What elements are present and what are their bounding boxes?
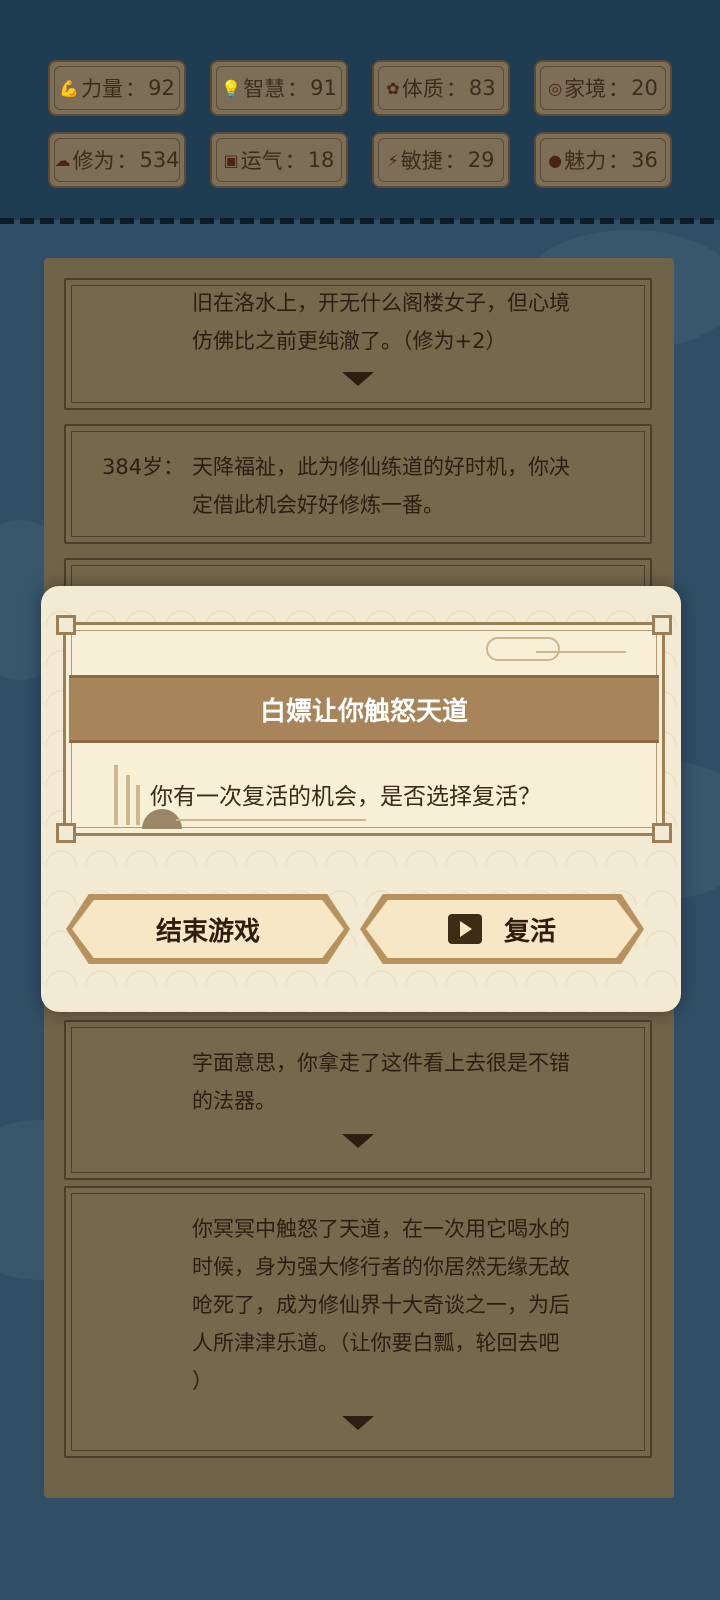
wallet-icon: ◎	[548, 78, 563, 98]
stat-cultivation: ☁ 修为： 534	[48, 132, 186, 188]
expand-caret-icon[interactable]	[342, 1416, 374, 1430]
play-video-icon	[447, 914, 482, 944]
cloud-icon: ☁	[54, 150, 71, 170]
expand-caret-icon[interactable]	[342, 372, 374, 386]
end-game-button[interactable]: 结束游戏	[66, 894, 350, 964]
frame-corner	[56, 615, 76, 635]
flower-icon: ✿	[386, 78, 400, 98]
expand-caret-icon[interactable]	[342, 1134, 374, 1148]
cloud-decoration-icon	[486, 637, 560, 661]
bamboo-icon	[126, 775, 130, 825]
stats-grid: 💪 力量： 92 💡 智慧： 91 ✿ 体质： 83 ◎ 家境： 20 ☁ 修为： 534…	[48, 60, 672, 188]
stat-wisdom: 💡 智慧： 91	[210, 60, 348, 116]
charm-icon: ●	[548, 150, 563, 170]
deco-line	[176, 819, 366, 821]
arm-icon: 💪	[59, 78, 80, 98]
frame-corner	[56, 823, 76, 843]
log-entry[interactable]: 你冥冥中触怒了天道，在一次用它喝水的 时候，身为强大修行者的你居然无缘无故 呛死…	[64, 1186, 652, 1458]
stat-charm: ● 魅力： 36	[534, 132, 672, 188]
lightning-icon: ⚡	[387, 150, 399, 170]
log-entry[interactable]: 384岁： 天降福祉，此为修仙练道的好时机，你决 定借此机会好好修炼一番。	[64, 424, 652, 544]
log-row: 字面意思，你拿走了这件看上去很是不错 的法器。	[192, 1051, 570, 1113]
game-screen: 💪 力量： 92 💡 智慧： 91 ✿ 体质： 83 ◎ 家境： 20 ☁ 修为： 534…	[0, 0, 720, 1600]
dialog-message: 你有一次复活的机会，是否选择复活？	[150, 784, 541, 810]
deco-line	[536, 651, 626, 653]
stat-constitution: ✿ 体质： 83	[372, 60, 510, 116]
stat-luck: ▣ 运气： 18	[210, 132, 348, 188]
stat-family: ◎ 家境： 20	[534, 60, 672, 116]
frame-corner	[652, 615, 672, 635]
bamboo-icon	[114, 765, 118, 825]
divider	[0, 218, 720, 224]
dialog-title: 白嫖让你触怒天道	[69, 675, 659, 743]
log-row: 旧在洛水上，开无什么阁楼女子，但心境 仿佛比之前更纯澈了。（修为+2）	[192, 291, 570, 353]
log-row: 你冥冥中触怒了天道，在一次用它喝水的 时候，身为强大修行者的你居然无缘无故 呛死…	[192, 1217, 570, 1393]
log-row: 384岁： 天降福祉，此为修仙练道的好时机，你决 定借此机会好好修炼一番。	[102, 455, 570, 517]
dialog-frame: 白嫖让你触怒天道 你有一次复活的机会，是否选择复活？	[56, 615, 672, 843]
stat-strength: 💪 力量： 92	[48, 60, 186, 116]
luck-icon: ▣	[223, 150, 239, 170]
log-entry[interactable]: 字面意思，你拿走了这件看上去很是不错 的法器。	[64, 1020, 652, 1180]
bamboo-icon	[136, 785, 140, 825]
bulb-icon: 💡	[221, 78, 242, 98]
log-entry[interactable]: 旧在洛水上，开无什么阁楼女子，但心境 仿佛比之前更纯澈了。（修为+2）	[64, 278, 652, 410]
revive-button[interactable]: 复活	[360, 894, 644, 964]
frame-corner	[652, 823, 672, 843]
stats-header: 💪 力量： 92 💡 智慧： 91 ✿ 体质： 83 ◎ 家境： 20 ☁ 修为： 534…	[0, 0, 720, 220]
stat-agility: ⚡ 敏捷： 29	[372, 132, 510, 188]
